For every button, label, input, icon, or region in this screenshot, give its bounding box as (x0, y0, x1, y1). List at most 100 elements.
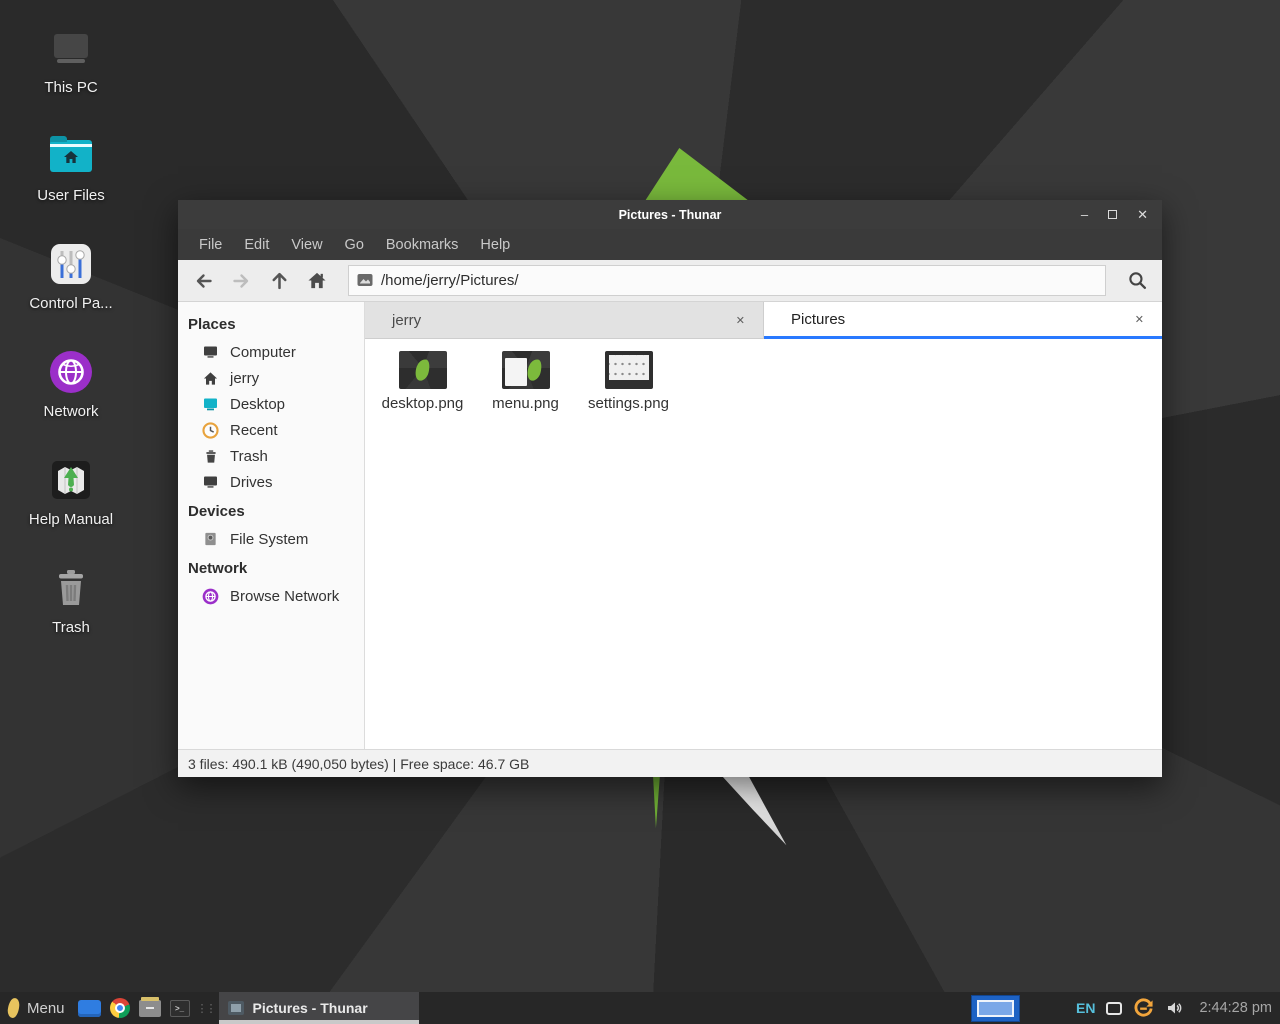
back-button[interactable] (184, 264, 222, 298)
sidebar-item-label: Trash (230, 448, 268, 465)
search-icon (1127, 270, 1148, 291)
clock[interactable]: 2:44:28 pm (1199, 1000, 1272, 1016)
menu-edit[interactable]: Edit (233, 229, 280, 260)
launcher-chrome[interactable] (105, 992, 135, 1024)
menubar: File Edit View Go Bookmarks Help (178, 229, 1162, 260)
display-icon[interactable] (1106, 1002, 1122, 1015)
tab-pictures[interactable]: Pictures ✕ (764, 302, 1162, 339)
file-name: desktop.png (382, 395, 464, 412)
update-manager-icon[interactable] (1133, 998, 1154, 1019)
menu-help[interactable]: Help (469, 229, 521, 260)
sidebar-item-recent[interactable]: Recent (178, 417, 364, 443)
window-controls: – ✕ (1081, 200, 1148, 229)
file-settings-png[interactable]: settings.png (577, 351, 680, 412)
location-bar (348, 265, 1106, 296)
desktop-icon-label: Control Pa... (29, 295, 112, 312)
up-button[interactable] (260, 264, 298, 298)
sidebar-item-label: File System (230, 531, 308, 548)
image-thumbnail (502, 351, 550, 389)
status-text: 3 files: 490.1 kB (490,050 bytes) | Free… (188, 756, 529, 772)
desktop-icon-column: This PC User Files Control Pa... (16, 24, 126, 636)
computer-icon (202, 344, 219, 361)
taskbar: Menu >_ ⋮⋮ Pictures - Thunar EN 2:44:28 … (0, 992, 1280, 1024)
control-panel-icon (47, 240, 95, 288)
sidebar-item-computer[interactable]: Computer (178, 339, 364, 365)
sidebar-item-desktop[interactable]: Desktop (178, 391, 364, 417)
recent-clock-icon (202, 422, 219, 439)
sidebar-section-devices: Devices (178, 495, 364, 526)
volume-icon[interactable] (1165, 999, 1184, 1017)
sidebar-item-label: Browse Network (230, 588, 339, 605)
desktop-icon-network[interactable]: Network (16, 348, 126, 420)
sidebar-item-jerry[interactable]: jerry (178, 365, 364, 391)
sidebar-item-file-system[interactable]: File System (178, 526, 364, 552)
close-tab-icon[interactable]: ✕ (732, 310, 749, 331)
home-icon (202, 370, 219, 387)
desktop-icon-help-manual[interactable]: Help Manual (16, 456, 126, 528)
tab-jerry[interactable]: jerry ✕ (365, 302, 764, 339)
file-list[interactable]: desktop.png menu.png settings.png (365, 339, 1162, 749)
globe-icon (202, 588, 219, 605)
titlebar[interactable]: Pictures - Thunar – ✕ (178, 200, 1162, 229)
file-menu-png[interactable]: menu.png (474, 351, 577, 412)
task-label: Pictures - Thunar (253, 1000, 368, 1016)
thunar-window: Pictures - Thunar – ✕ File Edit View Go … (178, 200, 1162, 777)
trash-icon (47, 564, 95, 612)
close-button[interactable]: ✕ (1137, 208, 1148, 221)
home-icon (307, 271, 327, 290)
home-folder-icon (47, 132, 95, 180)
up-arrow-icon (269, 270, 290, 291)
tab-label: jerry (392, 312, 732, 329)
sidebar-section-places: Places (178, 308, 364, 339)
close-tab-icon[interactable]: ✕ (1131, 309, 1148, 330)
back-arrow-icon (193, 271, 214, 291)
launcher-terminal[interactable]: >_ (165, 992, 195, 1024)
desktop-icon-control-panel[interactable]: Control Pa... (16, 240, 126, 312)
home-button[interactable] (298, 264, 336, 298)
image-thumbnail (399, 351, 447, 389)
menu-bookmarks[interactable]: Bookmarks (375, 229, 470, 260)
menu-button-label: Menu (27, 1000, 65, 1017)
desktop-icon-trash[interactable]: Trash (16, 564, 126, 636)
taskbar-separator: ⋮⋮ (195, 1002, 219, 1015)
forward-arrow-icon (231, 271, 252, 291)
sidebar-item-label: Desktop (230, 396, 285, 413)
menu-view[interactable]: View (280, 229, 333, 260)
launcher-show-desktop[interactable] (75, 992, 105, 1024)
terminal-icon: >_ (170, 1000, 190, 1017)
help-manual-icon (47, 456, 95, 504)
maximize-button[interactable] (1108, 210, 1117, 219)
search-button[interactable] (1116, 264, 1158, 298)
maximize-icon (1108, 210, 1117, 219)
network-globe-icon (47, 348, 95, 396)
path-input[interactable] (348, 265, 1106, 296)
drives-icon (202, 474, 219, 491)
keyboard-layout-indicator[interactable]: EN (1076, 1000, 1095, 1016)
image-thumbnail (605, 351, 653, 389)
sidebar-item-drives[interactable]: Drives (178, 469, 364, 495)
window-title: Pictures - Thunar (619, 208, 722, 222)
sidebar-item-browse-network[interactable]: Browse Network (178, 583, 364, 609)
menu-button[interactable]: Menu (0, 992, 75, 1024)
taskbar-task-thunar[interactable]: Pictures - Thunar (219, 992, 419, 1024)
thunar-task-icon (228, 1001, 244, 1015)
sidebar-section-network: Network (178, 552, 364, 583)
sidebar-item-trash[interactable]: Trash (178, 443, 364, 469)
window-icon (78, 1000, 101, 1017)
workspace-switcher[interactable] (971, 995, 1020, 1022)
active-workspace (977, 1000, 1014, 1017)
menu-go[interactable]: Go (334, 229, 375, 260)
sidebar-item-label: Recent (230, 422, 278, 439)
desktop-icon-label: Trash (52, 619, 90, 636)
sidebar-item-label: jerry (230, 370, 259, 387)
forward-button[interactable] (222, 264, 260, 298)
archive-icon (139, 1000, 161, 1017)
desktop-icon-this-pc[interactable]: This PC (16, 24, 126, 96)
launcher-file-manager[interactable] (135, 992, 165, 1024)
minimize-button[interactable]: – (1081, 208, 1088, 221)
chrome-icon (110, 998, 130, 1018)
file-desktop-png[interactable]: desktop.png (371, 351, 474, 412)
desktop-icon-user-files[interactable]: User Files (16, 132, 126, 204)
system-tray: EN 2:44:28 pm (1076, 992, 1280, 1024)
menu-file[interactable]: File (188, 229, 233, 260)
